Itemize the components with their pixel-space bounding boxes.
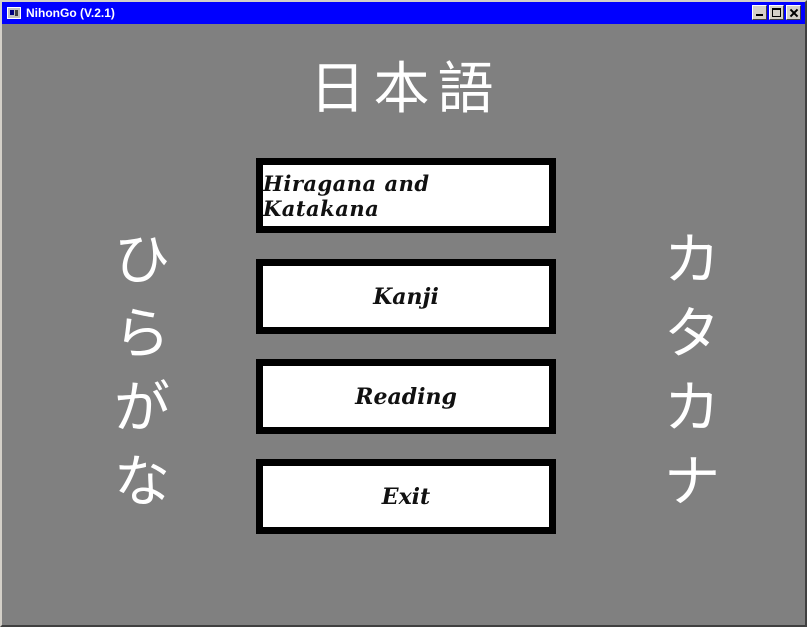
hiragana-katakana-button-label: Hiragana and Katakana	[263, 170, 430, 221]
exit-button-label: Exit	[381, 483, 431, 510]
katakana-char: タ	[664, 302, 720, 367]
window-controls	[752, 5, 801, 20]
minimize-button[interactable]	[752, 5, 767, 20]
katakana-char: カ	[664, 376, 720, 441]
reading-button-label: Reading	[355, 383, 457, 410]
hiragana-char: が	[114, 376, 170, 441]
hiragana-char: ひ	[114, 228, 170, 293]
hiragana-vertical-label: ひ ら が な	[107, 224, 177, 520]
hiragana-char: ら	[114, 302, 170, 367]
hiragana-katakana-button[interactable]: Hiragana and Katakana	[256, 158, 556, 233]
close-button[interactable]	[786, 5, 801, 20]
katakana-char: カ	[664, 228, 720, 293]
hiragana-char: な	[114, 450, 170, 515]
app-window: NihonGo (V.2.1) 日本語 ひ ら が な カ タ カ ナ Hira…	[0, 0, 807, 627]
reading-button[interactable]: Reading	[256, 359, 556, 434]
page-title: 日本語	[309, 57, 502, 122]
app-icon[interactable]	[7, 7, 21, 19]
window-title: NihonGo (V.2.1)	[26, 6, 115, 20]
katakana-char: ナ	[664, 450, 720, 515]
kanji-button[interactable]: Kanji	[256, 259, 556, 334]
kanji-button-label: Kanji	[373, 283, 439, 310]
title-bar[interactable]: NihonGo (V.2.1)	[2, 2, 805, 24]
katakana-vertical-label: カ タ カ ナ	[657, 224, 727, 520]
exit-button[interactable]: Exit	[256, 459, 556, 534]
maximize-button[interactable]	[769, 5, 784, 20]
